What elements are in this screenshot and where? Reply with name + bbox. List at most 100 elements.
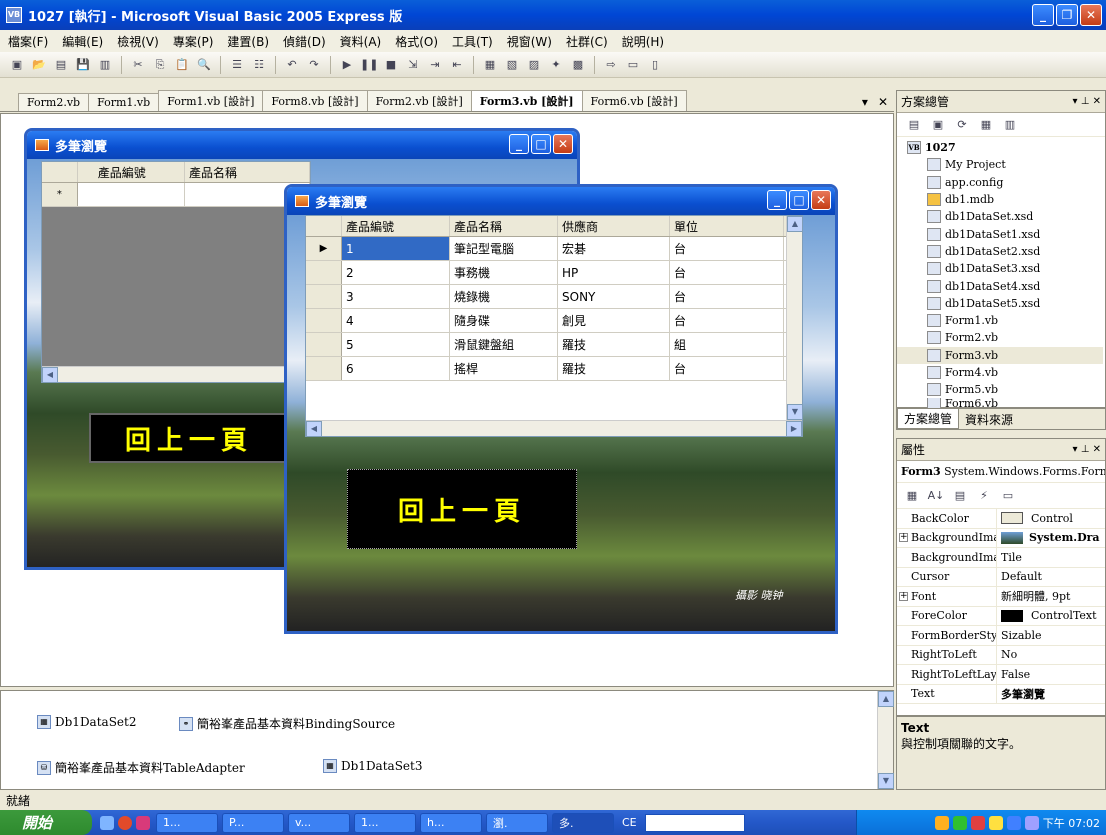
expand-icon[interactable]: + (899, 591, 908, 601)
property-row[interactable]: + Font 新細明體, 9pt (897, 587, 1105, 607)
front-form-minimize-button[interactable]: _ (767, 190, 787, 210)
taskbar-item[interactable]: 1... (354, 812, 416, 833)
tray-icon[interactable] (934, 815, 949, 830)
tab-form2-vb[interactable]: Form2.vb (18, 93, 90, 111)
step-out-icon[interactable]: ⇤ (448, 56, 466, 74)
grid-cell[interactable]: 宏碁 (558, 237, 670, 260)
grid-cell[interactable]: SONY (558, 285, 670, 308)
properties-icon[interactable]: ▧ (503, 56, 521, 74)
taskbar-item[interactable]: h... (420, 812, 482, 833)
tree-item[interactable]: Form1.vb (897, 312, 1103, 329)
tree-item[interactable]: Form4.vb (897, 364, 1103, 381)
taskbar-item[interactable]: 瀏. (486, 812, 548, 833)
column-header-product-name[interactable]: 產品名稱 (450, 216, 558, 236)
back-form-minimize-button[interactable]: _ (509, 134, 529, 154)
minimize-button[interactable]: _ (1032, 4, 1054, 26)
events-icon[interactable]: ⚡ (975, 487, 993, 505)
tree-item[interactable]: db1DataSet2.xsd (897, 243, 1103, 260)
show-desktop-icon[interactable] (100, 815, 114, 830)
scroll-right-icon[interactable]: ▶ (786, 421, 802, 437)
front-form-close-button[interactable]: ✕ (811, 190, 831, 210)
menu-tools[interactable]: 工具(T) (452, 33, 493, 50)
property-pages-icon[interactable]: ▭ (999, 487, 1017, 505)
align-icon[interactable]: ▭ (624, 56, 642, 74)
front-grid-hscrollbar[interactable]: ◀ ▶ (306, 420, 802, 437)
start-icon[interactable]: ▶ (338, 56, 356, 74)
grid-cell[interactable]: 創見 (558, 309, 670, 332)
menu-help[interactable]: 說明(H) (622, 33, 664, 50)
grid-cell[interactable]: 燒錄機 (450, 285, 558, 308)
grid-cell[interactable]: 2 (342, 261, 450, 284)
taskbar-item[interactable]: v... (288, 812, 350, 833)
scroll-up-icon[interactable]: ▲ (878, 691, 894, 707)
row-header[interactable] (306, 333, 342, 356)
taskbar-item[interactable]: P... (222, 812, 284, 833)
grid-cell[interactable] (78, 183, 185, 206)
solution-explorer-header[interactable]: 方案總管 ▾ ⊥ ✕ (897, 91, 1105, 113)
column-header-unit[interactable]: 單位 (670, 216, 784, 236)
grid-cell[interactable]: 羅技 (558, 333, 670, 356)
grid-cell[interactable]: 台 (670, 285, 784, 308)
grid-cell[interactable]: 羅技 (558, 357, 670, 380)
tree-item[interactable]: db1DataSet1.xsd (897, 225, 1103, 242)
property-row[interactable]: Cursor Default (897, 567, 1105, 587)
tree-item[interactable]: db1.mdb (897, 191, 1103, 208)
grid-cell[interactable]: 滑鼠鍵盤組 (450, 333, 558, 356)
layout-icon[interactable]: ⇨ (602, 56, 620, 74)
paste-icon[interactable]: 📋 (173, 56, 191, 74)
property-row[interactable]: BackColor Control (897, 509, 1105, 529)
tree-item[interactable]: db1DataSet5.xsd (897, 295, 1103, 312)
title-bar[interactable]: VB 1027 [執行] - Microsoft Visual Basic 20… (0, 0, 1106, 30)
menu-format[interactable]: 格式(O) (395, 33, 438, 50)
back-form-datagrid[interactable]: 產品編號 產品名稱 * ◀ (41, 161, 311, 383)
property-row[interactable]: RightToLeft No (897, 645, 1105, 665)
tree-item[interactable]: db1DataSet.xsd (897, 208, 1103, 225)
front-form-back-button[interactable]: 回上一頁 (347, 469, 577, 549)
front-form-datagrid[interactable]: 產品編號 產品名稱 供應商 單位 ▶ 1 筆記型電腦 宏碁 台 2 事務機 HP… (305, 215, 803, 437)
tray-item-bindingsource[interactable]: ⚭ 簡裕峯產品基本資料BindingSource (179, 715, 395, 732)
tray-icon[interactable] (988, 815, 1003, 830)
grid-cell[interactable]: 台 (670, 309, 784, 332)
front-grid-vscrollbar[interactable]: ▲ ▼ (786, 216, 803, 420)
tree-item-selected[interactable]: Form3.vb (897, 346, 1103, 364)
row-header[interactable] (306, 309, 342, 332)
grid-cell[interactable]: 台 (670, 357, 784, 380)
view-designer-icon[interactable]: ▥ (1001, 116, 1019, 134)
cut-icon[interactable]: ✂ (129, 56, 147, 74)
grid-cell[interactable]: 3 (342, 285, 450, 308)
column-header[interactable]: 產品編號 (78, 162, 185, 182)
row-header[interactable] (306, 261, 342, 284)
grid-cell[interactable]: 6 (342, 357, 450, 380)
back-form-titlebar[interactable]: 多筆瀏覽 _ □ ✕ (27, 131, 577, 159)
taskbar-item[interactable]: 1... (156, 812, 218, 833)
expand-icon[interactable]: + (899, 533, 908, 543)
grid-cell[interactable]: 隨身碟 (450, 309, 558, 332)
restore-button[interactable]: ❐ (1056, 4, 1078, 26)
menu-view[interactable]: 檢視(V) (117, 33, 159, 50)
scroll-left-icon[interactable]: ◀ (42, 367, 58, 383)
redo-icon[interactable]: ↷ (305, 56, 323, 74)
column-header[interactable]: 產品名稱 (185, 162, 310, 182)
grid-cell[interactable]: 搖桿 (450, 357, 558, 380)
row-header[interactable] (306, 285, 342, 308)
comment-icon[interactable]: ☰ (228, 56, 246, 74)
menu-community[interactable]: 社群(C) (566, 33, 608, 50)
back-grid-hscrollbar[interactable]: ◀ (42, 366, 310, 383)
menu-build[interactable]: 建置(B) (227, 33, 269, 50)
tree-item[interactable]: Form2.vb (897, 329, 1103, 346)
input-method-indicator[interactable]: CE (622, 816, 637, 829)
back-form-maximize-button[interactable]: □ (531, 134, 551, 154)
alphabetical-icon[interactable]: A↓ (927, 487, 945, 505)
start-button[interactable]: 開始 (0, 810, 92, 835)
pin-icon[interactable]: ▾ ⊥ ✕ (1073, 96, 1101, 107)
tree-item[interactable]: app.config (897, 174, 1103, 191)
undo-icon[interactable]: ↶ (283, 56, 301, 74)
front-form-titlebar[interactable]: 多筆瀏覽 _ □ ✕ (287, 187, 835, 215)
find-icon[interactable]: 🔍 (195, 56, 213, 74)
show-all-files-icon[interactable]: ▣ (929, 116, 947, 134)
browser-icon[interactable] (118, 815, 132, 830)
save-all-icon[interactable]: ▥ (96, 56, 114, 74)
scroll-left-icon[interactable]: ◀ (306, 421, 322, 437)
property-row[interactable]: Text 多筆瀏覽 (897, 684, 1105, 704)
open-file-icon[interactable]: 📂 (30, 56, 48, 74)
